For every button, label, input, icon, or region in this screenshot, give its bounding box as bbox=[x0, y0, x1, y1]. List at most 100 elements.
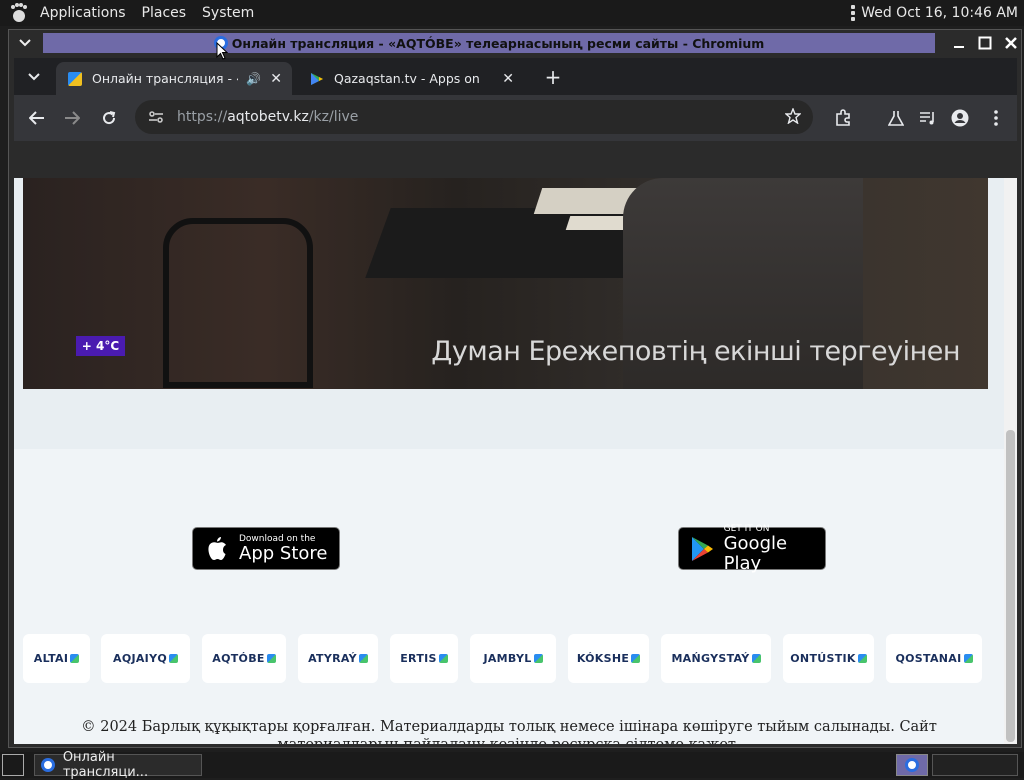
apple-logo-icon bbox=[203, 535, 231, 563]
region-label: MAŃGYSTAÝ bbox=[671, 652, 750, 665]
gnome-foot-icon[interactable] bbox=[8, 2, 30, 24]
region-ontustik[interactable]: ONTÚSTIK bbox=[783, 634, 874, 683]
profile-avatar-icon[interactable] bbox=[948, 106, 972, 130]
tab-strip: Онлайн трансляция - «A 🔊 ✕ Qazaqstan.tv … bbox=[14, 58, 1017, 95]
workspace-switcher-inactive[interactable] bbox=[932, 754, 1018, 776]
more-menu-icon[interactable] bbox=[984, 106, 1008, 130]
region-mangystau[interactable]: MAŃGYSTAÝ bbox=[661, 634, 771, 683]
region-logo-icon bbox=[857, 654, 867, 663]
toolbar: https://aqtobetv.kz/kz/live bbox=[14, 95, 1017, 141]
scrollbar-thumb[interactable] bbox=[1006, 430, 1015, 742]
live-video-player[interactable]: + 4°C Думан Ережеповтің екінші тергеуіне… bbox=[23, 178, 988, 389]
footer-copyright: © 2024 Барлық құқықтары қорғалған. Матер… bbox=[81, 719, 937, 744]
regional-channels-row: ALTAI AQJAIYQ AQTÓBE ATYRAÝ ERTIS JAMBYL… bbox=[23, 634, 993, 684]
region-logo-icon bbox=[266, 654, 276, 663]
extensions-puzzle-icon[interactable] bbox=[831, 106, 855, 130]
close-icon[interactable] bbox=[1003, 35, 1019, 51]
page-scrollbar[interactable] bbox=[1004, 178, 1017, 744]
new-tab-plus-icon[interactable]: + bbox=[542, 65, 564, 89]
workspace-switcher-active[interactable] bbox=[896, 754, 928, 776]
google-play-big-text: Google Play bbox=[723, 532, 788, 574]
temperature-badge: + 4°C bbox=[76, 336, 125, 356]
region-logo-icon bbox=[533, 654, 543, 663]
tab-search-chevron-icon[interactable] bbox=[24, 67, 44, 87]
region-label: ATYRAÝ bbox=[308, 652, 357, 665]
region-logo-icon bbox=[438, 654, 448, 663]
reload-icon[interactable] bbox=[98, 107, 120, 129]
region-atyrau[interactable]: ATYRAÝ bbox=[298, 634, 378, 683]
tab-close-icon[interactable]: ✕ bbox=[502, 71, 514, 87]
tab-title: Qazaqstan.tv - Apps on Goo bbox=[334, 71, 480, 86]
region-logo-icon bbox=[751, 654, 761, 663]
google-play-favicon-icon bbox=[310, 72, 324, 86]
forward-arrow-icon[interactable] bbox=[61, 107, 83, 129]
window-titlebar[interactable]: Онлайн трансляция - «AQTÓBE» телеарнасын… bbox=[9, 30, 1021, 56]
region-logo-icon bbox=[963, 654, 973, 663]
panel-handle-icon bbox=[851, 5, 856, 21]
menu-places[interactable]: Places bbox=[134, 5, 195, 21]
browser-chrome: Онлайн трансляция - «A 🔊 ✕ Qazaqstan.tv … bbox=[14, 58, 1017, 178]
audio-playing-icon[interactable]: 🔊 bbox=[246, 72, 261, 86]
minimize-icon[interactable] bbox=[951, 35, 967, 51]
chromium-icon bbox=[905, 758, 919, 772]
bottom-panel: Онлайн трансляци... bbox=[0, 750, 1024, 780]
mouse-cursor-icon bbox=[216, 42, 228, 60]
region-label: ONTÚSTIK bbox=[790, 652, 856, 665]
google-play-button[interactable]: GET IT ON Google Play bbox=[678, 523, 826, 573]
maximize-icon[interactable] bbox=[977, 35, 993, 51]
address-bar[interactable]: https://aqtobetv.kz/kz/live bbox=[135, 100, 813, 134]
region-aqtobe[interactable]: AQTÓBE bbox=[202, 634, 286, 683]
region-qostanai[interactable]: QOSTANAI bbox=[886, 634, 982, 683]
bookmarks-bar-area bbox=[14, 141, 1017, 178]
url-scheme: https:// bbox=[177, 109, 228, 125]
region-logo-icon bbox=[358, 654, 368, 663]
tab-title: Онлайн трансляция - «A bbox=[92, 71, 238, 86]
google-play-small-text: GET IT ON bbox=[723, 523, 770, 534]
window-menu-chevron-icon[interactable] bbox=[9, 30, 41, 56]
region-altai[interactable]: ALTAI bbox=[23, 634, 90, 683]
clock[interactable]: Wed Oct 16, 10:46 AM bbox=[861, 5, 1018, 21]
region-label: JAMBYL bbox=[483, 652, 532, 665]
tab-qazaqstan-tv[interactable]: Qazaqstan.tv - Apps on Goo ✕ bbox=[298, 62, 524, 95]
tab-live-stream[interactable]: Онлайн трансляция - «A 🔊 ✕ bbox=[56, 62, 292, 95]
bookmark-star-icon[interactable] bbox=[784, 107, 802, 128]
region-jambyl[interactable]: JAMBYL bbox=[470, 634, 556, 683]
url-text[interactable]: https://aqtobetv.kz/kz/live bbox=[177, 109, 358, 125]
url-path: /kz/live bbox=[308, 109, 359, 125]
region-aqjaiyq[interactable]: AQJAIYQ bbox=[101, 634, 190, 683]
media-queue-icon[interactable] bbox=[916, 106, 940, 130]
region-label: ALTAI bbox=[33, 652, 69, 665]
region-label: KÓKSHE bbox=[576, 652, 630, 665]
labs-flask-icon[interactable] bbox=[884, 106, 908, 130]
chromium-icon bbox=[41, 758, 55, 772]
region-logo-icon bbox=[70, 654, 80, 663]
taskbar-window-button[interactable]: Онлайн трансляци... bbox=[34, 750, 202, 780]
app-links-section bbox=[14, 449, 1004, 744]
show-desktop-icon[interactable] bbox=[2, 754, 24, 776]
site-info-tune-icon[interactable] bbox=[147, 108, 165, 126]
region-label: QOSTANAI bbox=[895, 652, 962, 665]
window-title: Онлайн трансляция - «AQTÓBE» телеарнасын… bbox=[43, 33, 935, 53]
region-logo-icon bbox=[168, 654, 178, 663]
region-kokshe[interactable]: KÓKSHE bbox=[568, 634, 649, 683]
menu-system[interactable]: System bbox=[194, 5, 262, 21]
tab-close-icon[interactable]: ✕ bbox=[270, 71, 282, 87]
taskbar-window-label: Онлайн трансляци... bbox=[62, 750, 149, 780]
back-arrow-icon[interactable] bbox=[26, 107, 48, 129]
browser-window: Онлайн трансляция - «AQTÓBE» телеарнасын… bbox=[8, 29, 1022, 748]
aqtobe-favicon-icon bbox=[68, 71, 82, 86]
region-ertis[interactable]: ERTIS bbox=[390, 634, 458, 683]
window-title-text: Онлайн трансляция - «AQTÓBE» телеарнасын… bbox=[231, 35, 765, 51]
region-logo-icon bbox=[631, 654, 641, 663]
menu-applications[interactable]: Applications bbox=[32, 5, 134, 21]
app-store-button[interactable]: Download on the App Store bbox=[192, 527, 340, 570]
google-play-logo-icon bbox=[689, 535, 716, 563]
video-subtitle: Думан Ережеповтің екінші тергеуінен bbox=[431, 336, 960, 367]
region-label: AQJAIYQ bbox=[113, 652, 167, 665]
app-store-small-text: Download on the bbox=[239, 533, 316, 544]
region-label: ERTIS bbox=[400, 652, 437, 665]
app-store-big-text: App Store bbox=[239, 542, 328, 564]
top-panel: Applications Places System Wed Oct 16, 1… bbox=[0, 0, 1024, 26]
page-viewport: + 4°C Думан Ережеповтің екінші тергеуіне… bbox=[14, 178, 1004, 744]
url-domain: aqtobetv.kz bbox=[227, 109, 309, 125]
